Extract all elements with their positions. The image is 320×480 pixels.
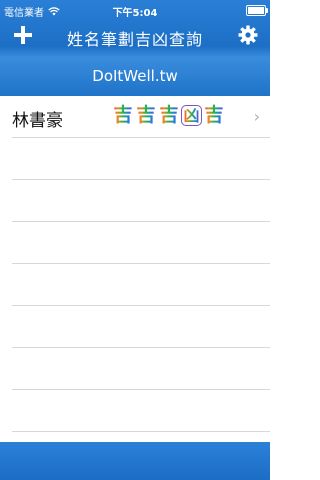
bottom-bar — [0, 442, 270, 480]
empty-row — [0, 390, 270, 432]
add-button[interactable] — [10, 22, 36, 48]
navbar: 姓名筆劃吉凶查詢 — [0, 20, 270, 52]
settings-button[interactable] — [236, 23, 260, 47]
page-title: 姓名筆劃吉凶查詢 — [66, 30, 203, 49]
name-label: 林書豪 — [12, 111, 63, 131]
fortune-badge: 凶 — [181, 105, 202, 126]
row-divider — [12, 431, 270, 432]
status-time: 下午5:04 — [112, 8, 158, 19]
empty-row — [0, 348, 270, 390]
list-item[interactable]: 林書豪 吉 吉 吉 凶 吉 › — [0, 96, 270, 138]
empty-row — [0, 306, 270, 348]
fortune-badge: 吉 — [136, 104, 156, 126]
fortune-badge: 吉 — [113, 104, 133, 126]
header: 電信業者 下午5:04 姓名筆劃吉凶查詢 DoItWell.tw — [0, 0, 270, 96]
site-banner[interactable]: DoItWell.tw — [0, 56, 270, 96]
plus-icon — [14, 26, 32, 44]
name-list: 林書豪 吉 吉 吉 凶 吉 › — [0, 96, 270, 442]
battery-icon — [246, 5, 268, 16]
fortune-badges: 吉 吉 吉 凶 吉 — [112, 104, 225, 126]
empty-row — [0, 264, 270, 306]
gear-icon — [238, 25, 258, 45]
status-bar: 電信業者 下午5:04 — [0, 0, 270, 20]
fortune-badge: 吉 — [204, 104, 224, 126]
empty-row — [0, 180, 270, 222]
empty-row — [0, 138, 270, 180]
chevron-right-icon: › — [253, 107, 260, 126]
fortune-badge: 吉 — [159, 104, 179, 126]
battery-fill — [248, 7, 265, 14]
empty-row — [0, 222, 270, 264]
